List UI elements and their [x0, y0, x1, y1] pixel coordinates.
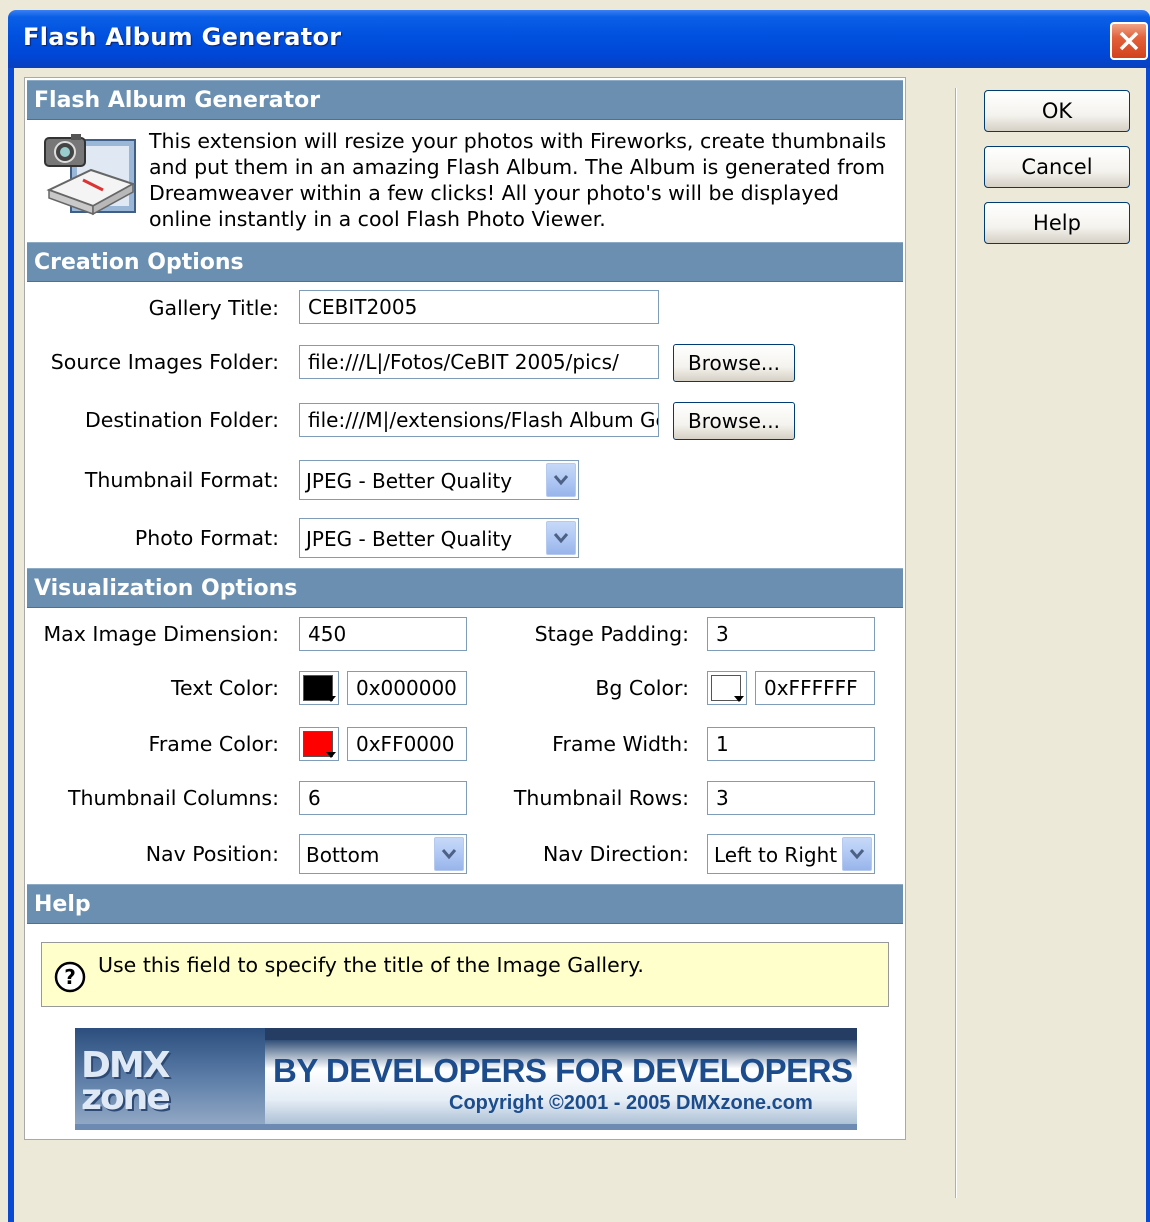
max-dim-label: Max Image Dimension: [43, 622, 280, 646]
dmxzone-logo-text: DMX zone [81, 1045, 171, 1118]
dest-browse-button[interactable]: Browse... [673, 402, 795, 440]
stage-padding-input[interactable]: 3 [707, 617, 875, 651]
photo-format-value: JPEG - Better Quality [306, 527, 513, 551]
close-button[interactable] [1110, 22, 1148, 60]
frame-color-label: Frame Color: [148, 732, 279, 756]
chevron-down-icon [553, 533, 569, 544]
window-border-left [8, 68, 14, 1222]
banner-copyright: Copyright ©2001 - 2005 DMXzone.com [449, 1092, 813, 1114]
frame-width-label: Frame Width: [552, 732, 689, 756]
gallery-title-input[interactable]: CEBIT2005 [299, 290, 659, 324]
thumb-format-select[interactable]: JPEG - Better Quality [299, 460, 579, 500]
question-icon: ? [54, 961, 86, 993]
bg-color-picker[interactable] [707, 671, 747, 705]
max-dim-input[interactable]: 450 [299, 617, 467, 651]
window-title: Flash Album Generator [23, 23, 342, 51]
dmxzone-logo: DMX zone [75, 1028, 265, 1130]
ok-button[interactable]: OK [984, 90, 1130, 132]
nav-position-dropdown-button[interactable] [434, 837, 464, 871]
source-folder-label: Source Images Folder: [50, 350, 279, 374]
thumb-format-value: JPEG - Better Quality [306, 469, 513, 493]
nav-position-select[interactable]: Bottom [299, 834, 467, 874]
section-header-intro: Flash Album Generator [27, 80, 903, 120]
window-border-right [1146, 68, 1150, 1222]
intro-description: This extension will resize your photos w… [149, 129, 887, 231]
chevron-down-icon [849, 849, 865, 860]
photo-format-dropdown-button[interactable] [546, 521, 576, 555]
nav-direction-dropdown-button[interactable] [842, 837, 872, 871]
dropdown-arrow-icon [734, 696, 744, 702]
thumb-rows-input[interactable]: 3 [707, 781, 875, 815]
chevron-down-icon [441, 849, 457, 860]
nav-position-label: Nav Position: [145, 842, 279, 866]
gallery-title-label: Gallery Title: [148, 296, 279, 320]
main-panel: Flash Album Generator This extension wil… [24, 77, 906, 1140]
nav-direction-value: Left to Right [714, 843, 838, 867]
dropdown-arrow-icon [326, 696, 336, 702]
thumb-format-label: Thumbnail Format: [84, 468, 279, 492]
dest-folder-input[interactable]: file:///M|/extensions/Flash Album Ge [299, 403, 659, 437]
photo-format-select[interactable]: JPEG - Better Quality [299, 518, 579, 558]
banner-tagline: BY DEVELOPERS FOR DEVELOPERS [273, 1052, 853, 1089]
thumb-columns-input[interactable]: 6 [299, 781, 467, 815]
nav-direction-select[interactable]: Left to Right [707, 834, 875, 874]
dmxzone-banner: DMX zone BY DEVELOPERS FOR DEVELOPERS Co… [75, 1028, 857, 1130]
source-browse-button[interactable]: Browse... [673, 344, 795, 382]
title-bar[interactable]: Flash Album Generator [8, 10, 1150, 68]
bg-color-input[interactable]: 0xFFFFFF [755, 671, 875, 705]
frame-color-picker[interactable] [299, 727, 339, 761]
vertical-separator [955, 88, 957, 1198]
dest-folder-label: Destination Folder: [84, 408, 279, 432]
dropdown-arrow-icon [326, 752, 336, 758]
text-color-picker[interactable] [299, 671, 339, 705]
frame-width-input[interactable]: 1 [707, 727, 875, 761]
section-header-help: Help [27, 884, 903, 924]
banner-bottom-stripe [75, 1124, 857, 1130]
help-box: ? Use this field to specify the title of… [41, 942, 889, 1007]
text-color-label: Text Color: [170, 676, 279, 700]
text-color-input[interactable]: 0x000000 [347, 671, 467, 705]
nav-direction-label: Nav Direction: [542, 842, 689, 866]
section-header-creation: Creation Options [27, 242, 903, 282]
source-folder-input[interactable]: file:///L|/Fotos/CeBIT 2005/pics/ [299, 345, 659, 379]
bg-color-label: Bg Color: [595, 676, 689, 700]
frame-color-input[interactable]: 0xFF0000 [347, 727, 467, 761]
help-button[interactable]: Help [984, 202, 1130, 244]
svg-text:?: ? [64, 965, 76, 989]
help-text: Use this field to specify the title of t… [98, 953, 644, 977]
thumb-format-dropdown-button[interactable] [546, 463, 576, 497]
section-header-visualization: Visualization Options [27, 568, 903, 608]
photo-format-label: Photo Format: [134, 526, 279, 550]
close-icon [1119, 31, 1139, 51]
thumb-columns-label: Thumbnail Columns: [67, 786, 279, 810]
stage-padding-label: Stage Padding: [534, 622, 689, 646]
nav-position-value: Bottom [306, 843, 380, 867]
photo-album-icon [44, 134, 136, 216]
thumb-rows-label: Thumbnail Rows: [513, 786, 689, 810]
cancel-button[interactable]: Cancel [984, 146, 1130, 188]
chevron-down-icon [553, 475, 569, 486]
